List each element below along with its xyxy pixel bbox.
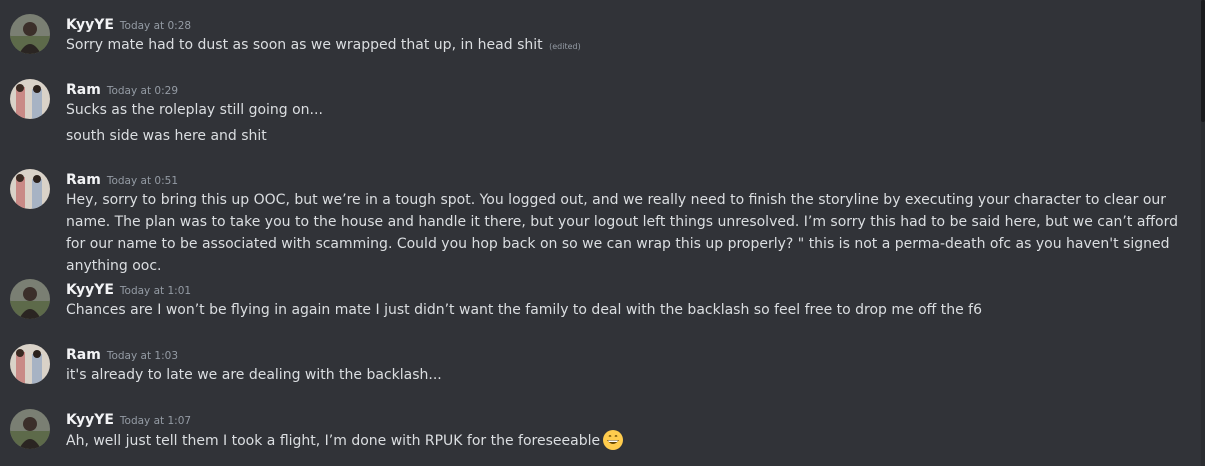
message-group: Ram Today at 0:29 Sucks as the roleplay s…	[0, 79, 1197, 149]
timestamp[interactable]: Today at 0:29	[107, 85, 178, 97]
avatar-kyyye-icon[interactable]	[10, 279, 50, 319]
message-group: KyyYE Today at 1:01 Chances are I won’t b…	[0, 279, 1197, 323]
grinning-face-emoji-icon[interactable]	[602, 429, 624, 458]
username[interactable]: Ram	[66, 82, 101, 98]
message-header: Ram Today at 0:29	[66, 79, 178, 99]
message-header: Ram Today at 1:03	[66, 344, 178, 364]
edited-label: (edited)	[549, 42, 581, 51]
timestamp[interactable]: Today at 1:03	[107, 350, 178, 362]
avatar-kyyye-icon[interactable]	[10, 14, 50, 54]
message-line: Chances are I won’t be flying in again m…	[66, 302, 983, 318]
username[interactable]: KyyYE	[66, 17, 114, 33]
username[interactable]: Ram	[66, 172, 101, 188]
message-group: Ram Today at 1:03 it's already to late we…	[0, 344, 1197, 388]
username[interactable]: KyyYE	[66, 412, 114, 428]
avatar-ram-icon[interactable]	[10, 169, 50, 209]
message-group: KyyYE Today at 0:28 Sorry mate had to dus…	[0, 14, 1197, 58]
timestamp[interactable]: Today at 1:01	[120, 285, 191, 297]
message-line: south side was here and shit	[66, 128, 267, 144]
username[interactable]: KyyYE	[66, 282, 114, 298]
message-text: Ah, well just tell them I took a flight,…	[66, 429, 1187, 458]
message-line: Sucks as the roleplay still going on...	[66, 102, 323, 118]
message-group: KyyYE Today at 1:07 Ah, well just tell th…	[0, 409, 1197, 457]
timestamp[interactable]: Today at 1:07	[120, 415, 191, 427]
message-header: KyyYE Today at 0:28	[66, 14, 191, 34]
avatar-ram-icon[interactable]	[10, 79, 50, 119]
chat-message-list: KyyYE Today at 0:28 Sorry mate had to dus…	[0, 0, 1205, 466]
avatar-ram-icon[interactable]	[10, 344, 50, 384]
message-header: Ram Today at 0:51	[66, 169, 178, 189]
message-header: KyyYE Today at 1:07	[66, 409, 191, 429]
message-header: KyyYE Today at 1:01	[66, 279, 191, 299]
timestamp[interactable]: Today at 0:51	[107, 175, 178, 187]
message-line: Sorry mate had to dust as soon as we wra…	[66, 37, 543, 53]
message-group: Ram Today at 0:51 Hey, sorry to bring thi…	[0, 169, 1197, 274]
message-line: Ah, well just tell them I took a flight,…	[66, 433, 601, 449]
username[interactable]: Ram	[66, 347, 101, 363]
timestamp[interactable]: Today at 0:28	[120, 20, 191, 32]
message-line: it's already to late we are dealing with…	[66, 367, 442, 383]
scrollbar-thumb[interactable]	[1201, 0, 1205, 122]
message-line: Hey, sorry to bring this up OOC, but we’…	[66, 192, 1179, 274]
message-text: Sorry mate had to dust as soon as we wra…	[66, 34, 1187, 58]
avatar-kyyye-icon[interactable]	[10, 409, 50, 449]
